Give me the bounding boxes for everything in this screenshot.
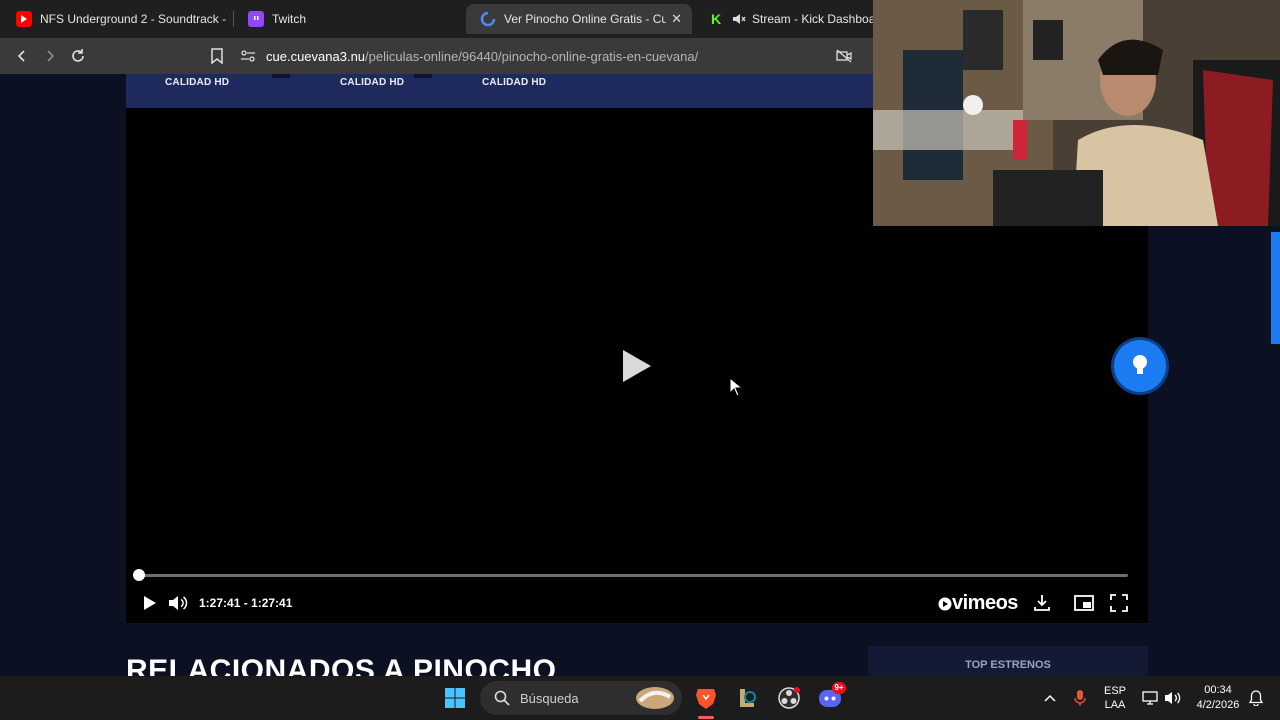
twitch-icon: [248, 11, 264, 27]
search-highlight-icon: [636, 687, 674, 709]
language-layout: LAA: [1104, 699, 1126, 711]
vimeo-play-icon: [938, 597, 952, 610]
tab-kick[interactable]: K Stream - Kick Dashboard: [694, 4, 874, 34]
tab-title: Stream - Kick Dashboard: [752, 12, 874, 26]
lightbulb-icon: [1133, 355, 1147, 374]
back-button[interactable]: [10, 44, 34, 68]
progress-bar[interactable]: [138, 574, 1128, 577]
show-hidden-icons[interactable]: [1040, 676, 1060, 720]
server-option-3[interactable]: CALIDAD HD: [482, 77, 546, 88]
url-host: cue.cuevana3.nu: [266, 48, 366, 64]
muted-speaker-icon[interactable]: [732, 13, 746, 25]
taskbar-search[interactable]: Búsqueda: [480, 681, 682, 715]
tab-youtube[interactable]: NFS Underground 2 - Soundtrack - Y: [2, 4, 230, 34]
webcam-overlay: [873, 0, 1280, 226]
fullscreen-icon[interactable]: [1108, 592, 1130, 614]
player-controls: 1:27:41 - 1:27:41 vimeos: [126, 588, 1148, 620]
active-app-indicator: [698, 716, 714, 719]
tab-title: Twitch: [272, 12, 307, 26]
obs-studio-icon[interactable]: [775, 684, 803, 712]
clock-time: 00:34: [1204, 684, 1232, 696]
play-icon[interactable]: [139, 592, 161, 614]
youtube-icon: [16, 11, 32, 27]
tab-twitch[interactable]: Twitch: [234, 4, 460, 34]
brave-browser-icon[interactable]: [692, 684, 720, 712]
tab-cuevana[interactable]: Ver Pinocho Online Gratis - Cuev ✕: [466, 4, 692, 34]
address-bar[interactable]: cue.cuevana3.nu/peliculas-online/96440/p…: [240, 42, 880, 70]
download-icon[interactable]: [1031, 592, 1053, 614]
discord-notification-badge: 9+: [832, 682, 846, 694]
language-code: ESP: [1103, 685, 1126, 697]
url-path: /peliculas-online/96440/pinocho-online-g…: [365, 48, 699, 64]
vimeo-logo[interactable]: vimeos: [938, 592, 1018, 615]
search-icon: [494, 690, 510, 706]
speaker-icon[interactable]: [1163, 676, 1183, 720]
big-play-button[interactable]: [620, 348, 654, 384]
input-language[interactable]: ESP LAA: [1099, 676, 1131, 720]
top-releases-panel: TOP ESTRENOS: [868, 646, 1148, 676]
clock-date: 4/2/2026: [1196, 699, 1240, 711]
clock[interactable]: 00:34 4/2/2026: [1190, 676, 1246, 720]
vimeo-brand-text: vimeos: [952, 592, 1018, 614]
forward-button[interactable]: [38, 44, 62, 68]
reload-button[interactable]: [66, 44, 90, 68]
network-icon[interactable]: [1140, 676, 1160, 720]
time-display: 1:27:41 - 1:27:41: [199, 596, 293, 610]
lightbulb-button[interactable]: [1114, 340, 1166, 392]
top-releases-title: TOP ESTRENOS: [965, 659, 1051, 671]
tab-title: NFS Underground 2 - Soundtrack - Y: [40, 12, 230, 26]
site-settings-icon[interactable]: [240, 49, 256, 63]
volume-icon[interactable]: [167, 592, 189, 614]
windows-start-icon[interactable]: [441, 684, 469, 712]
progress-scrubber[interactable]: [133, 569, 145, 581]
server-option-2[interactable]: CALIDAD HD: [340, 77, 404, 88]
camera-blocked-icon[interactable]: [832, 44, 856, 68]
mouse-cursor: [729, 376, 744, 397]
related-heading: RELACIONADOS A PINOCHO: [126, 654, 557, 676]
server-tab-marker: [272, 74, 290, 78]
cuevana-icon: [480, 11, 496, 27]
kick-icon: K: [710, 11, 722, 27]
notification-bell-icon[interactable]: [1246, 676, 1266, 720]
microphone-icon[interactable]: [1070, 676, 1090, 720]
picture-in-picture-icon[interactable]: [1073, 592, 1095, 614]
bookmark-icon[interactable]: [205, 44, 229, 68]
close-tab-icon[interactable]: ✕: [671, 11, 682, 27]
search-placeholder: Búsqueda: [520, 690, 579, 706]
server-tab-marker: [414, 74, 432, 78]
server-option-1[interactable]: CALIDAD HD: [165, 77, 229, 88]
windows-taskbar: Búsqueda 9+ ESP LAA 00:34 4/2/2026: [0, 676, 1280, 720]
tab-title: Ver Pinocho Online Gratis - Cuev: [504, 12, 666, 26]
page-scrollbar[interactable]: [1271, 232, 1280, 344]
league-of-legends-icon[interactable]: [733, 684, 761, 712]
